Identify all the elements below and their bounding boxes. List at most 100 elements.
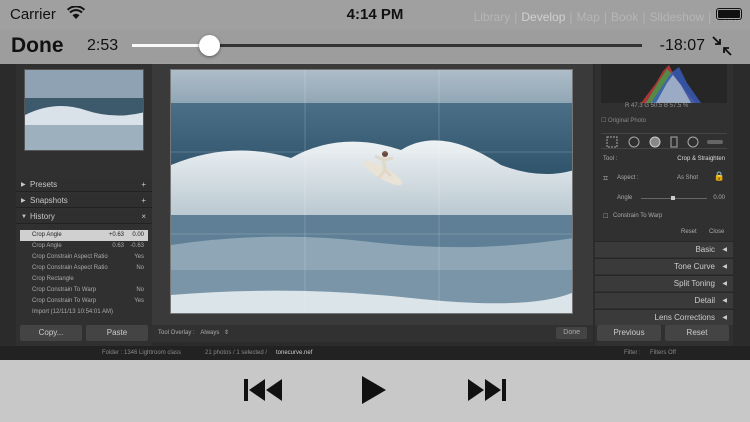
history-item-after: No	[136, 287, 144, 293]
constrain-label: Constrain To Warp	[613, 213, 663, 219]
reset-button[interactable]: Reset	[665, 325, 729, 341]
tool-strip-icons[interactable]	[601, 134, 727, 150]
history-item[interactable]: Crop Angle 0.63 -0.63	[20, 241, 148, 252]
photo-count: 21 photos / 1 selected /	[205, 350, 268, 356]
snapshots-label: Snapshots	[30, 196, 68, 205]
navigator-thumbnail[interactable]	[24, 69, 144, 151]
history-list: Crop Angle +0.63 0.00 Crop Angle 0.63 -0.63 Cr…	[20, 230, 148, 318]
done-button[interactable]: Done	[11, 34, 64, 58]
history-item-label: Crop Constrain To Warp	[32, 287, 97, 293]
panel-section-header[interactable]: Lens Corrections ◀	[595, 309, 733, 325]
status-time: 4:14 PM	[346, 6, 404, 23]
expand-triangle-icon: ▶	[21, 198, 26, 204]
tool-overlay-label: Tool Overlay :	[158, 330, 195, 336]
scrubber-track[interactable]	[132, 35, 642, 56]
history-item-after: Yes	[134, 254, 144, 260]
presets-header[interactable]: ▶ Presets +	[16, 178, 152, 192]
add-icon[interactable]: +	[141, 194, 146, 208]
previous-button[interactable]: Previous	[597, 325, 661, 341]
history-item[interactable]: Crop Constrain To Warp Yes	[20, 296, 148, 307]
filter-label: Filter :	[624, 350, 641, 356]
panel-section-header[interactable]: Split Toning ◀	[595, 275, 733, 291]
paste-button[interactable]: Paste	[86, 325, 148, 341]
close-link[interactable]: Close	[709, 229, 724, 235]
history-item[interactable]: Crop Constrain Aspect Ratio No	[20, 263, 148, 274]
expand-triangle-icon: ◀	[722, 298, 727, 304]
history-item-after: Yes	[134, 298, 144, 304]
history-item[interactable]: Import (12/11/13 10:54:01 AM)	[20, 307, 148, 318]
skip-forward-icon[interactable]	[464, 374, 508, 406]
status-bar: Carrier 4:14 PM	[0, 0, 750, 30]
history-item-before: +0.63	[108, 232, 124, 238]
original-photo-checkbox[interactable]: ☐ Original Photo	[601, 117, 646, 124]
photo-canvas	[152, 63, 593, 325]
right-panel: R 47.3 G 50.5 B 57.5 % ☐ Original Photo …	[595, 63, 733, 353]
history-label: History	[30, 212, 55, 221]
snapshots-header[interactable]: ▶ Snapshots +	[16, 194, 152, 208]
history-item[interactable]: Crop Constrain Aspect Ratio Yes	[20, 252, 148, 263]
panel-section-header[interactable]: Tone Curve ◀	[595, 258, 733, 274]
copy-button[interactable]: Copy...	[20, 325, 82, 341]
expand-triangle-icon: ◀	[722, 247, 727, 253]
current-file[interactable]: tonecurve.nef	[276, 346, 312, 360]
expand-triangle-icon: ◀	[722, 281, 727, 287]
player-top-bar: Done 2:53 -18:07	[0, 30, 750, 64]
history-item-after: No	[136, 265, 144, 271]
history-header[interactable]: ▼ History ×	[16, 210, 152, 224]
lock-icon[interactable]: 🔒	[714, 171, 725, 182]
expand-triangle-icon: ▶	[21, 182, 26, 188]
filmstrip-bar: Folder : 1346 Lightroom class 21 photos …	[0, 346, 750, 360]
angle-slider-thumb[interactable]	[671, 196, 675, 200]
history-item[interactable]: Crop Constrain To Warp No	[20, 285, 148, 296]
collapse-triangle-icon: ▼	[21, 214, 27, 220]
panel-section-label: Basic	[695, 245, 715, 254]
tool-label: Tool :	[603, 156, 618, 162]
battery-icon	[716, 8, 742, 20]
skip-back-icon[interactable]	[242, 374, 286, 406]
histogram	[601, 63, 727, 103]
play-icon[interactable]	[358, 374, 390, 406]
original-photo-label: Original Photo	[608, 118, 647, 124]
surfer-photo-image	[171, 70, 572, 313]
scrubber-progress	[132, 44, 209, 47]
angle-value: 0.00	[713, 195, 725, 201]
navigator-image	[25, 70, 143, 150]
panel-section-header[interactable]: Detail ◀	[595, 292, 733, 308]
collapse-arrows-icon[interactable]	[710, 34, 734, 58]
rgb-readout: R 47.3 G 50.5 B 57.5 %	[625, 103, 689, 109]
tool-value: Crop & Straighten	[677, 156, 725, 162]
constrain-checkbox[interactable]: ☐	[603, 213, 608, 220]
history-item-label: Crop Constrain Aspect Ratio	[32, 265, 108, 271]
history-item[interactable]: Crop Angle +0.63 0.00	[20, 230, 148, 241]
history-item-label: Import (12/11/13 10:54:01 AM)	[32, 309, 113, 315]
tool-strip	[601, 133, 727, 149]
history-item-after: -0.63	[130, 243, 144, 249]
history-item[interactable]: Crop Rectangle	[20, 274, 148, 285]
clear-icon[interactable]: ×	[141, 210, 146, 224]
tool-overlay-select[interactable]: Always	[200, 330, 219, 336]
filter-select[interactable]: Filters Off	[650, 346, 676, 360]
aspect-select[interactable]: As Shot	[677, 175, 698, 181]
histogram-graph	[641, 65, 701, 103]
history-item-label: Crop Constrain Aspect Ratio	[32, 254, 108, 260]
history-item-label: Crop Angle	[32, 232, 62, 238]
panel-section-label: Lens Corrections	[654, 313, 715, 322]
history-item-after: 0.00	[132, 232, 144, 238]
angle-label: Angle	[617, 195, 633, 201]
presets-label: Presets	[30, 180, 58, 189]
panel-section-header[interactable]: Basic ◀	[595, 241, 733, 257]
crop-frame-icon[interactable]: ⌗	[603, 173, 608, 184]
reset-link[interactable]: Reset	[681, 229, 697, 235]
panel-section-label: Split Toning	[673, 279, 715, 288]
history-item-label: Crop Constrain To Warp	[32, 298, 97, 304]
aspect-label: Aspect :	[617, 175, 639, 181]
left-panel: ▶ Presets + ▶ Snapshots + ▼ History × Cr…	[16, 63, 152, 353]
history-item-before: 0.63	[112, 243, 124, 249]
surfer-photo[interactable]	[170, 69, 573, 314]
history-item-label: Crop Rectangle	[32, 276, 74, 282]
scrubber-thumb[interactable]	[198, 35, 220, 56]
add-icon[interactable]: +	[141, 178, 146, 192]
folder-label: Folder : 1346 Lightroom class	[102, 350, 182, 356]
remaining-time: -18:07	[659, 37, 705, 54]
crop-done-button[interactable]: Done	[556, 327, 587, 339]
